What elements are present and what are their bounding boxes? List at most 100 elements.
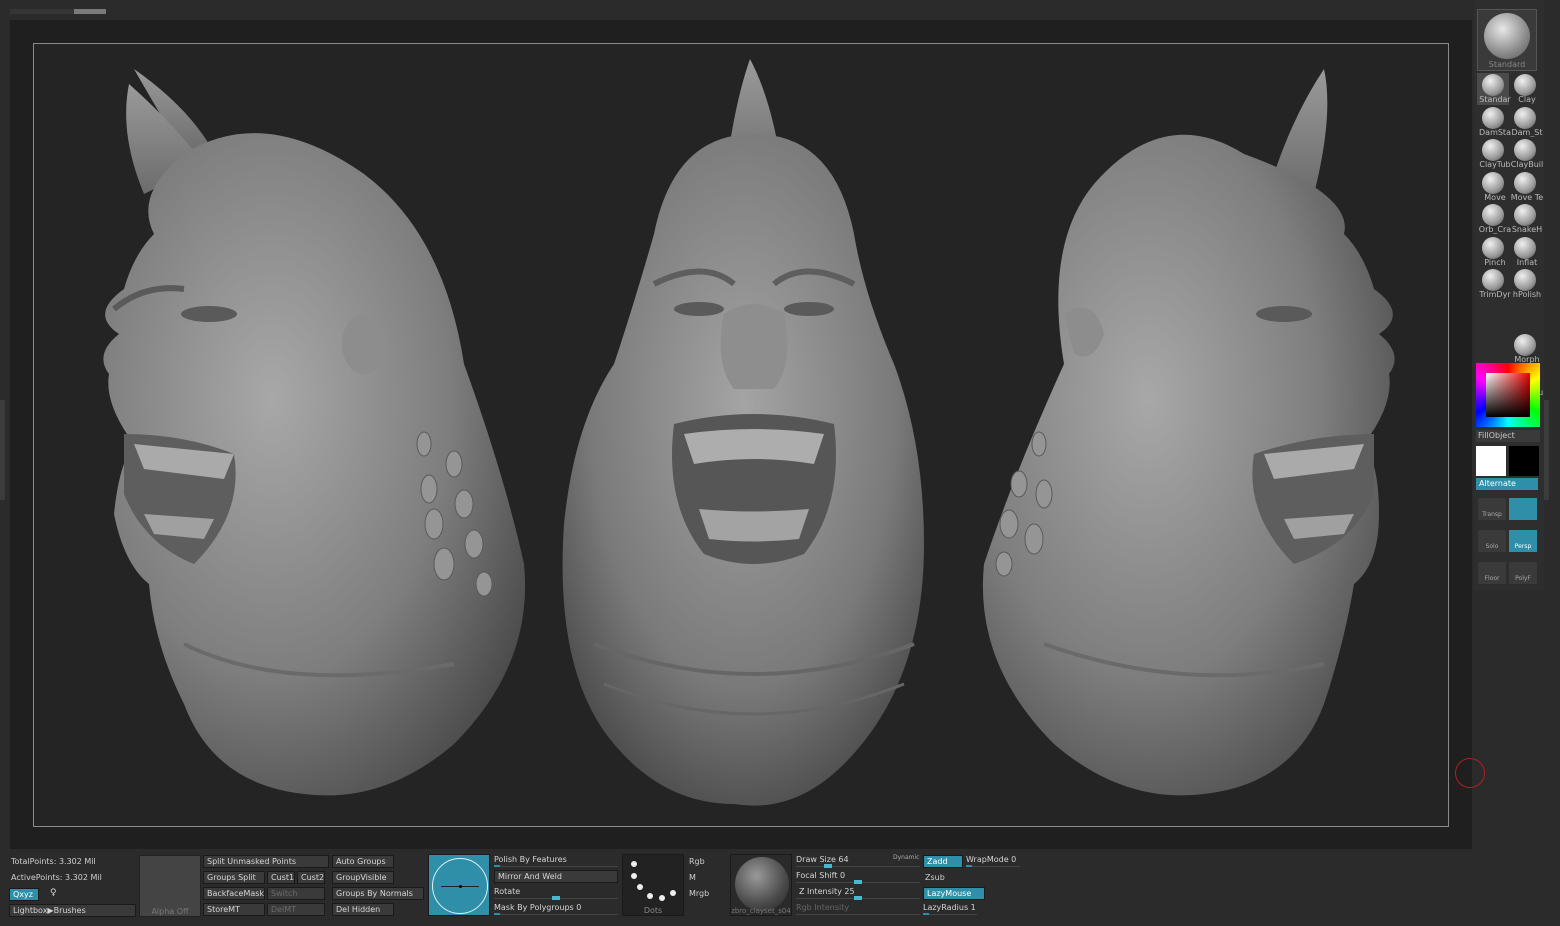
backface-mask-button[interactable]: BackfaceMask (203, 887, 265, 900)
groups-split-button[interactable]: Groups Split (203, 871, 265, 884)
light-icon[interactable]: ♀ (50, 888, 57, 898)
total-points-readout: TotalPoints: 3.302 Mil (11, 857, 96, 866)
left-tray-handle[interactable] (0, 400, 5, 500)
top-scroll-area (0, 0, 1474, 18)
polyf-button[interactable]: PolyF (1509, 562, 1537, 584)
dynamic-label[interactable]: Dynamic (893, 854, 919, 861)
material-slot[interactable]: zbro_clayset_s04 (730, 854, 792, 916)
split-unmasked-button[interactable]: Split Unmasked Points (203, 855, 329, 868)
brush-slot[interactable]: Pinch (1477, 236, 1509, 268)
alternate-button[interactable]: Alternate (1476, 478, 1538, 490)
z-intensity-slider[interactable]: Z Intensity 25 (796, 886, 920, 900)
rgb-intensity-slider[interactable]: Rgb Intensity (796, 902, 920, 915)
groups-by-normals-button[interactable]: Groups By Normals (332, 887, 424, 900)
switch-button[interactable]: Switch (267, 887, 325, 900)
group-visible-button[interactable]: GroupVisible (332, 871, 394, 884)
fill-object-button[interactable]: FillObject (1476, 430, 1540, 442)
right-tray-handle[interactable] (1544, 400, 1549, 500)
material-label: zbro_clayset_s04 (731, 907, 791, 915)
bottom-tray: TotalPoints: 3.302 Mil ActivePoints: 3.3… (0, 850, 1560, 926)
brush-label: Pinch (1484, 257, 1506, 267)
brush-icon (1514, 74, 1536, 96)
brush-slot[interactable]: Dam_St (1509, 106, 1543, 138)
brush-slot[interactable]: Orb_Cra (1477, 203, 1511, 235)
brush-label: Dam_St (1511, 127, 1543, 137)
brush-slot[interactable]: Clay (1509, 73, 1541, 105)
lazyradius-slider[interactable]: LazyRadius 1 (923, 902, 977, 915)
floor-button[interactable]: Floor (1478, 562, 1506, 584)
del-mt-button[interactable]: DelMT (267, 903, 325, 916)
stroke-curve-preview[interactable] (428, 854, 490, 916)
m-toggle[interactable]: M (689, 873, 696, 882)
brush-icon (1514, 269, 1536, 291)
solo-button[interactable]: Solo (1478, 530, 1506, 552)
color-square[interactable] (1486, 373, 1530, 417)
lightbox-brushes-button[interactable]: Lightbox▶Brushes (9, 904, 136, 917)
current-brush-button[interactable]: Standard (1477, 9, 1537, 71)
brush-slot[interactable]: Morph (1509, 333, 1541, 365)
material-sphere-icon (735, 857, 789, 911)
bust-left-profile (103, 69, 526, 796)
store-mt-button[interactable]: StoreMT (203, 903, 265, 916)
xyz-symmetry-button[interactable]: Qxyz (9, 888, 39, 901)
mask-by-polygroups-slider[interactable]: Mask By Polygroups 0 (494, 902, 618, 915)
brush-label: Orb_Cra (1478, 225, 1512, 234)
brush-slot[interactable]: ClayBuil (1509, 138, 1543, 170)
mrgb-toggle[interactable]: Mrgb (689, 889, 709, 898)
horizontal-scroll-thumb[interactable] (74, 9, 106, 14)
lazyradius-label: LazyRadius 1 (923, 903, 976, 912)
brush-slot[interactable]: ClayTub (1477, 138, 1511, 170)
active-points-readout: ActivePoints: 3.302 Mil (11, 873, 102, 882)
brush-slot[interactable]: Inflat (1509, 236, 1541, 268)
secondary-color-swatch[interactable] (1509, 446, 1539, 476)
brush-label: Clay (1518, 95, 1536, 104)
ghost-button[interactable] (1509, 498, 1537, 520)
lazymouse-button[interactable]: LazyMouse (923, 887, 985, 900)
brush-label: Standar (1479, 95, 1511, 104)
brush-slot[interactable]: Move (1477, 171, 1509, 203)
brush-icon (1514, 236, 1536, 259)
main-color-swatch[interactable] (1476, 446, 1506, 476)
brush-slot[interactable]: TrimDyr (1477, 268, 1511, 300)
bust-right-profile (982, 69, 1395, 796)
del-hidden-button[interactable]: Del Hidden (332, 903, 394, 916)
brush-label: DamSta (1479, 127, 1511, 137)
brush-label: Move Te (1510, 192, 1544, 202)
current-brush-label: Standard (1488, 60, 1526, 69)
brush-slot[interactable]: hPolish (1509, 268, 1541, 300)
z-intensity-label: Z Intensity 25 (799, 887, 855, 896)
focal-shift-slider[interactable]: Focal Shift 0 (796, 870, 920, 884)
color-picker[interactable] (1476, 363, 1540, 427)
alpha-slot[interactable]: Alpha Off (139, 855, 201, 917)
stroke-type-label: Dots (643, 906, 663, 915)
brush-icon (1514, 139, 1536, 161)
rotate-slider[interactable]: Rotate (494, 886, 618, 900)
cust2-button[interactable]: Cust2 (297, 871, 325, 884)
auto-groups-button[interactable]: Auto Groups (332, 855, 394, 868)
mirror-and-weld-button[interactable]: Mirror And Weld (494, 870, 618, 883)
brush-slot[interactable]: DamSta (1477, 106, 1511, 138)
cust1-button[interactable]: Cust1 (267, 871, 295, 884)
document-viewport[interactable] (10, 20, 1472, 849)
canvas-frame[interactable] (33, 43, 1449, 827)
brush-label: ClayTub (1479, 160, 1511, 169)
brush-slot[interactable]: Move Te (1509, 171, 1543, 203)
brush-icon (1514, 204, 1536, 226)
brush-slot[interactable]: SnakeH (1509, 203, 1542, 235)
stroke-type-slot[interactable]: Dots (622, 854, 684, 916)
brush-icon (1482, 171, 1504, 194)
brush-label: Move (1484, 192, 1506, 202)
brush-icon (1482, 236, 1504, 259)
brush-label: TrimDyr (1479, 290, 1511, 299)
brush-icon (1482, 106, 1504, 129)
wrapmode-slider[interactable]: WrapMode 0 (966, 854, 1020, 867)
transp-button[interactable]: Transp (1478, 498, 1506, 520)
polish-by-features-label: Polish By Features (494, 855, 567, 864)
persp-button[interactable]: Persp (1509, 530, 1537, 552)
polish-by-features-slider[interactable]: Polish By Features (494, 854, 618, 867)
zadd-button[interactable]: Zadd (923, 855, 963, 868)
zsub-button[interactable]: Zsub (925, 873, 945, 882)
brush-slot[interactable]: Standar (1477, 73, 1511, 105)
brush-label: SnakeH (1511, 225, 1543, 234)
rgb-toggle[interactable]: Rgb (689, 857, 705, 866)
